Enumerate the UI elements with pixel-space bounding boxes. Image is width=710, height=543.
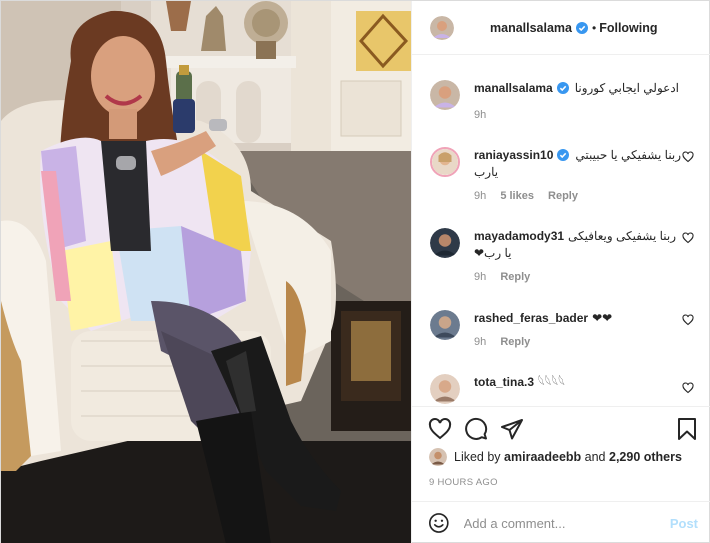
liked-by-connector: and	[584, 450, 606, 464]
emoji-icon[interactable]	[428, 512, 450, 534]
liked-by: Liked by amiraadeebb and 2,290 others	[429, 448, 682, 466]
caption-username[interactable]: manallsalama	[474, 81, 553, 95]
liker-avatar[interactable]	[429, 448, 447, 466]
commenter-username[interactable]: tota_tina.3	[474, 375, 534, 389]
reply-button[interactable]: Reply	[548, 190, 578, 202]
commenter-avatar[interactable]	[430, 374, 460, 404]
verified-badge-icon	[576, 21, 588, 34]
comment-time: 9h	[474, 271, 487, 283]
reply-button[interactable]: Reply	[500, 271, 530, 283]
heart-icon[interactable]	[428, 417, 452, 441]
separator-dot: •	[592, 20, 597, 35]
caption-avatar[interactable]	[430, 80, 460, 110]
heart-icon[interactable]	[682, 382, 694, 394]
author-avatar[interactable]	[430, 15, 454, 40]
heart-icon[interactable]	[682, 151, 694, 163]
commenter-avatar[interactable]	[430, 310, 460, 340]
add-comment-bar: Post	[412, 501, 710, 543]
reply-button[interactable]: Reply	[500, 336, 530, 348]
post-side-panel: manallsalama • Following manallsalama ادع…	[411, 1, 710, 543]
comment-time: 9h	[474, 190, 487, 202]
post-photo[interactable]	[1, 1, 411, 543]
commenter-avatar[interactable]	[430, 147, 460, 177]
liked-by-others[interactable]: 2,290 others	[609, 450, 682, 464]
commenter-username[interactable]: rashed_feras_bader	[474, 311, 588, 325]
post-header: manallsalama • Following	[412, 1, 710, 55]
caption-text: ادعولي ايجابي كورونا	[574, 81, 679, 95]
commenter-username[interactable]: mayadamody31	[474, 229, 564, 243]
share-icon[interactable]	[500, 417, 524, 441]
liked-by-user[interactable]: amiraadeebb	[504, 450, 581, 464]
comment-text: 𓆩𓆩𓆩𓆩	[538, 375, 565, 389]
comment-time: 9h	[474, 336, 487, 348]
post-timestamp[interactable]: 9 HOURS AGO	[429, 477, 498, 488]
commenter-avatar[interactable]	[430, 228, 460, 258]
commenter-username[interactable]: raniayassin10	[474, 148, 553, 162]
comment-icon[interactable]	[464, 417, 488, 441]
action-bar	[412, 406, 710, 450]
post-comment-button[interactable]: Post	[670, 516, 698, 531]
comments-list[interactable]: manallsalama ادعولي ايجابي كورونا 9h rani…	[412, 56, 710, 406]
heart-icon[interactable]	[682, 232, 694, 244]
comment-text: ❤❤	[592, 311, 613, 325]
verified-badge-icon	[557, 149, 570, 161]
instagram-post: manallsalama • Following manallsalama ادع…	[0, 0, 710, 543]
bookmark-icon[interactable]	[675, 417, 699, 441]
liked-by-prefix: Liked by	[454, 450, 501, 464]
following-button[interactable]: Following	[599, 21, 657, 35]
comment-input[interactable]	[463, 515, 670, 531]
post-image	[1, 1, 411, 543]
heart-icon[interactable]	[682, 314, 694, 326]
comment-likes[interactable]: 5 likes	[500, 190, 534, 202]
verified-badge-icon	[556, 82, 569, 94]
caption-time: 9h	[474, 109, 487, 121]
author-username[interactable]: manallsalama	[490, 21, 572, 35]
